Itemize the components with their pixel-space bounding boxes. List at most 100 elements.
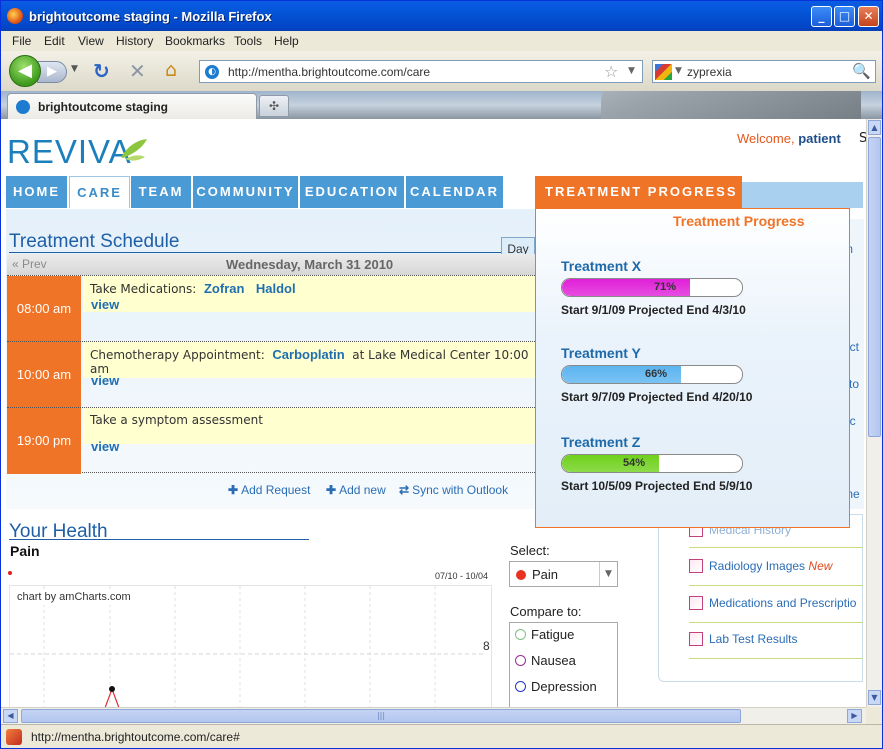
- divider: [689, 658, 863, 659]
- scroll-thumb[interactable]: [868, 137, 881, 437]
- minimize-button[interactable]: _: [811, 6, 832, 27]
- document-icon: [689, 559, 703, 573]
- scroll-up-icon[interactable]: ▲: [868, 120, 881, 135]
- divider: [689, 585, 863, 586]
- view-link[interactable]: view: [91, 373, 119, 388]
- med-zofran-link[interactable]: Zofran: [204, 281, 244, 296]
- maximize-button[interactable]: □: [834, 6, 855, 27]
- compare-nausea[interactable]: Nausea: [515, 653, 576, 668]
- fatigue-ring-icon: [515, 629, 526, 640]
- event-text: Take a symptom assessment: [90, 413, 263, 427]
- sync-outlook-link[interactable]: ⇄ Sync with Outlook: [399, 483, 508, 497]
- schedule-slot: 19:00 pm Take a symptom assessment view: [7, 407, 537, 474]
- compare-fatigue[interactable]: Fatigue: [515, 627, 574, 642]
- chart-title: Pain: [10, 543, 40, 559]
- menu-tools[interactable]: Tools: [234, 34, 262, 48]
- radiology-images-link[interactable]: Radiology Images New: [689, 559, 832, 573]
- chart-credit[interactable]: chart by amCharts.com: [11, 589, 137, 605]
- scroll-left-icon[interactable]: ◀: [3, 709, 18, 723]
- tab-bar: brightoutcome staging ✣: [1, 91, 882, 119]
- treatment-x-dates: Start 9/1/09 Projected End 4/3/10: [561, 303, 746, 317]
- history-dropdown-icon[interactable]: ▼: [71, 64, 78, 74]
- google-icon[interactable]: [655, 64, 672, 80]
- horizontal-scrollbar[interactable]: ◀ ||| ▶: [1, 707, 866, 724]
- scroll-right-icon[interactable]: ▶: [847, 709, 862, 723]
- add-new-link[interactable]: ✚ Add new: [326, 483, 386, 497]
- bookmark-star-icon[interactable]: ☆: [604, 62, 618, 81]
- measure-select[interactable]: Pain ▼: [509, 561, 618, 587]
- reviva-logo[interactable]: REVIVA: [7, 133, 132, 171]
- nav-calendar[interactable]: CALENDAR: [406, 176, 504, 208]
- schedule-title: Treatment Schedule: [9, 231, 180, 252]
- treatment-x-name[interactable]: Treatment X: [561, 258, 641, 274]
- url-dropdown-icon[interactable]: ▼: [628, 66, 635, 76]
- header-extra-text[interactable]: S: [859, 131, 866, 146]
- nav-community[interactable]: COMMUNITY: [193, 176, 299, 208]
- progress-percent: 71%: [654, 281, 677, 293]
- progress-percent: 54%: [623, 457, 646, 469]
- depression-ring-icon: [515, 681, 526, 692]
- search-input[interactable]: [687, 63, 847, 80]
- logo-leaf-icon: [121, 139, 147, 161]
- vertical-scrollbar[interactable]: ▲ ▼: [866, 119, 882, 707]
- search-engine-dropdown-icon[interactable]: ▼: [675, 66, 682, 76]
- scroll-thumb[interactable]: |||: [21, 709, 741, 723]
- search-icon[interactable]: 🔍: [852, 62, 871, 80]
- pain-data-point[interactable]: [109, 686, 115, 692]
- med-haldol-link[interactable]: Haldol: [256, 281, 296, 296]
- search-bar[interactable]: ▼ 🔍: [652, 60, 876, 83]
- compare-list[interactable]: Fatigue Nausea Depression: [509, 622, 618, 707]
- add-request-link[interactable]: ✚ Add Request: [228, 483, 310, 497]
- medications-link[interactable]: Medications and Prescriptio: [689, 596, 856, 610]
- tab-brightoutcome[interactable]: brightoutcome staging: [7, 93, 257, 119]
- back-button[interactable]: ◀: [9, 55, 41, 87]
- status-icon: [6, 729, 22, 745]
- document-icon: [689, 596, 703, 610]
- home-icon[interactable]: ⌂: [165, 59, 177, 81]
- health-title-rule: [9, 539, 309, 540]
- nav-education[interactable]: EDUCATION: [300, 176, 405, 208]
- title-bar: brightoutcome staging - Mozilla Firefox …: [1, 1, 882, 31]
- slot-time: 19:00 pm: [7, 408, 81, 474]
- treatment-z-dates: Start 10/5/09 Projected End 5/9/10: [561, 479, 753, 493]
- navigation-toolbar: ▶ ◀ ▼ ↻ ✕ ⌂ ◐ ☆ ▼ ▼ 🔍: [1, 51, 882, 91]
- persona-background: [601, 91, 861, 119]
- reload-icon[interactable]: ↻: [93, 59, 110, 83]
- forward-button[interactable]: ▶: [37, 61, 67, 83]
- scroll-down-icon[interactable]: ▼: [868, 690, 881, 705]
- treatment-y-name[interactable]: Treatment Y: [561, 345, 641, 361]
- prev-day-link[interactable]: « Prev: [12, 257, 47, 271]
- slot-time: 08:00 am: [7, 276, 81, 342]
- address-bar[interactable]: ◐ ☆ ▼: [199, 60, 643, 83]
- user-name-link[interactable]: patient: [798, 131, 841, 146]
- view-link[interactable]: view: [91, 297, 119, 312]
- lab-results-link[interactable]: Lab Test Results: [689, 632, 798, 646]
- nausea-ring-icon: [515, 655, 526, 666]
- stop-icon[interactable]: ✕: [129, 59, 146, 83]
- treatment-z-name[interactable]: Treatment Z: [561, 434, 640, 450]
- new-tab-button[interactable]: ✣: [259, 95, 289, 117]
- sync-icon: ⇄: [399, 483, 410, 497]
- menu-history[interactable]: History: [116, 34, 153, 48]
- menu-view[interactable]: View: [78, 34, 104, 48]
- menu-edit[interactable]: Edit: [44, 34, 65, 48]
- tab-label: brightoutcome staging: [38, 100, 168, 114]
- divider: [689, 622, 863, 623]
- compare-depression[interactable]: Depression: [515, 679, 597, 694]
- chevron-down-icon[interactable]: ▼: [599, 562, 617, 586]
- med-carboplatin-link[interactable]: Carboplatin: [272, 347, 344, 362]
- progress-percent: 66%: [645, 368, 668, 380]
- menu-help[interactable]: Help: [274, 34, 299, 48]
- url-input[interactable]: [228, 63, 598, 80]
- close-button[interactable]: ✕: [858, 6, 879, 27]
- treatment-z-progress-bar: 54%: [561, 454, 743, 473]
- menu-bookmarks[interactable]: Bookmarks: [165, 34, 225, 48]
- nav-care[interactable]: CARE: [69, 176, 130, 208]
- nav-treatment-progress[interactable]: TREATMENT PROGRESS ▾: [535, 176, 742, 231]
- menu-file[interactable]: File: [12, 34, 31, 48]
- event-text: Chemotherapy Appointment: Carboplatin at…: [90, 347, 529, 376]
- nav-home[interactable]: HOME: [6, 176, 68, 208]
- view-link[interactable]: view: [91, 439, 119, 454]
- date-bar: « Prev Wednesday, March 31 2010: [7, 254, 537, 275]
- nav-team[interactable]: TEAM: [131, 176, 192, 208]
